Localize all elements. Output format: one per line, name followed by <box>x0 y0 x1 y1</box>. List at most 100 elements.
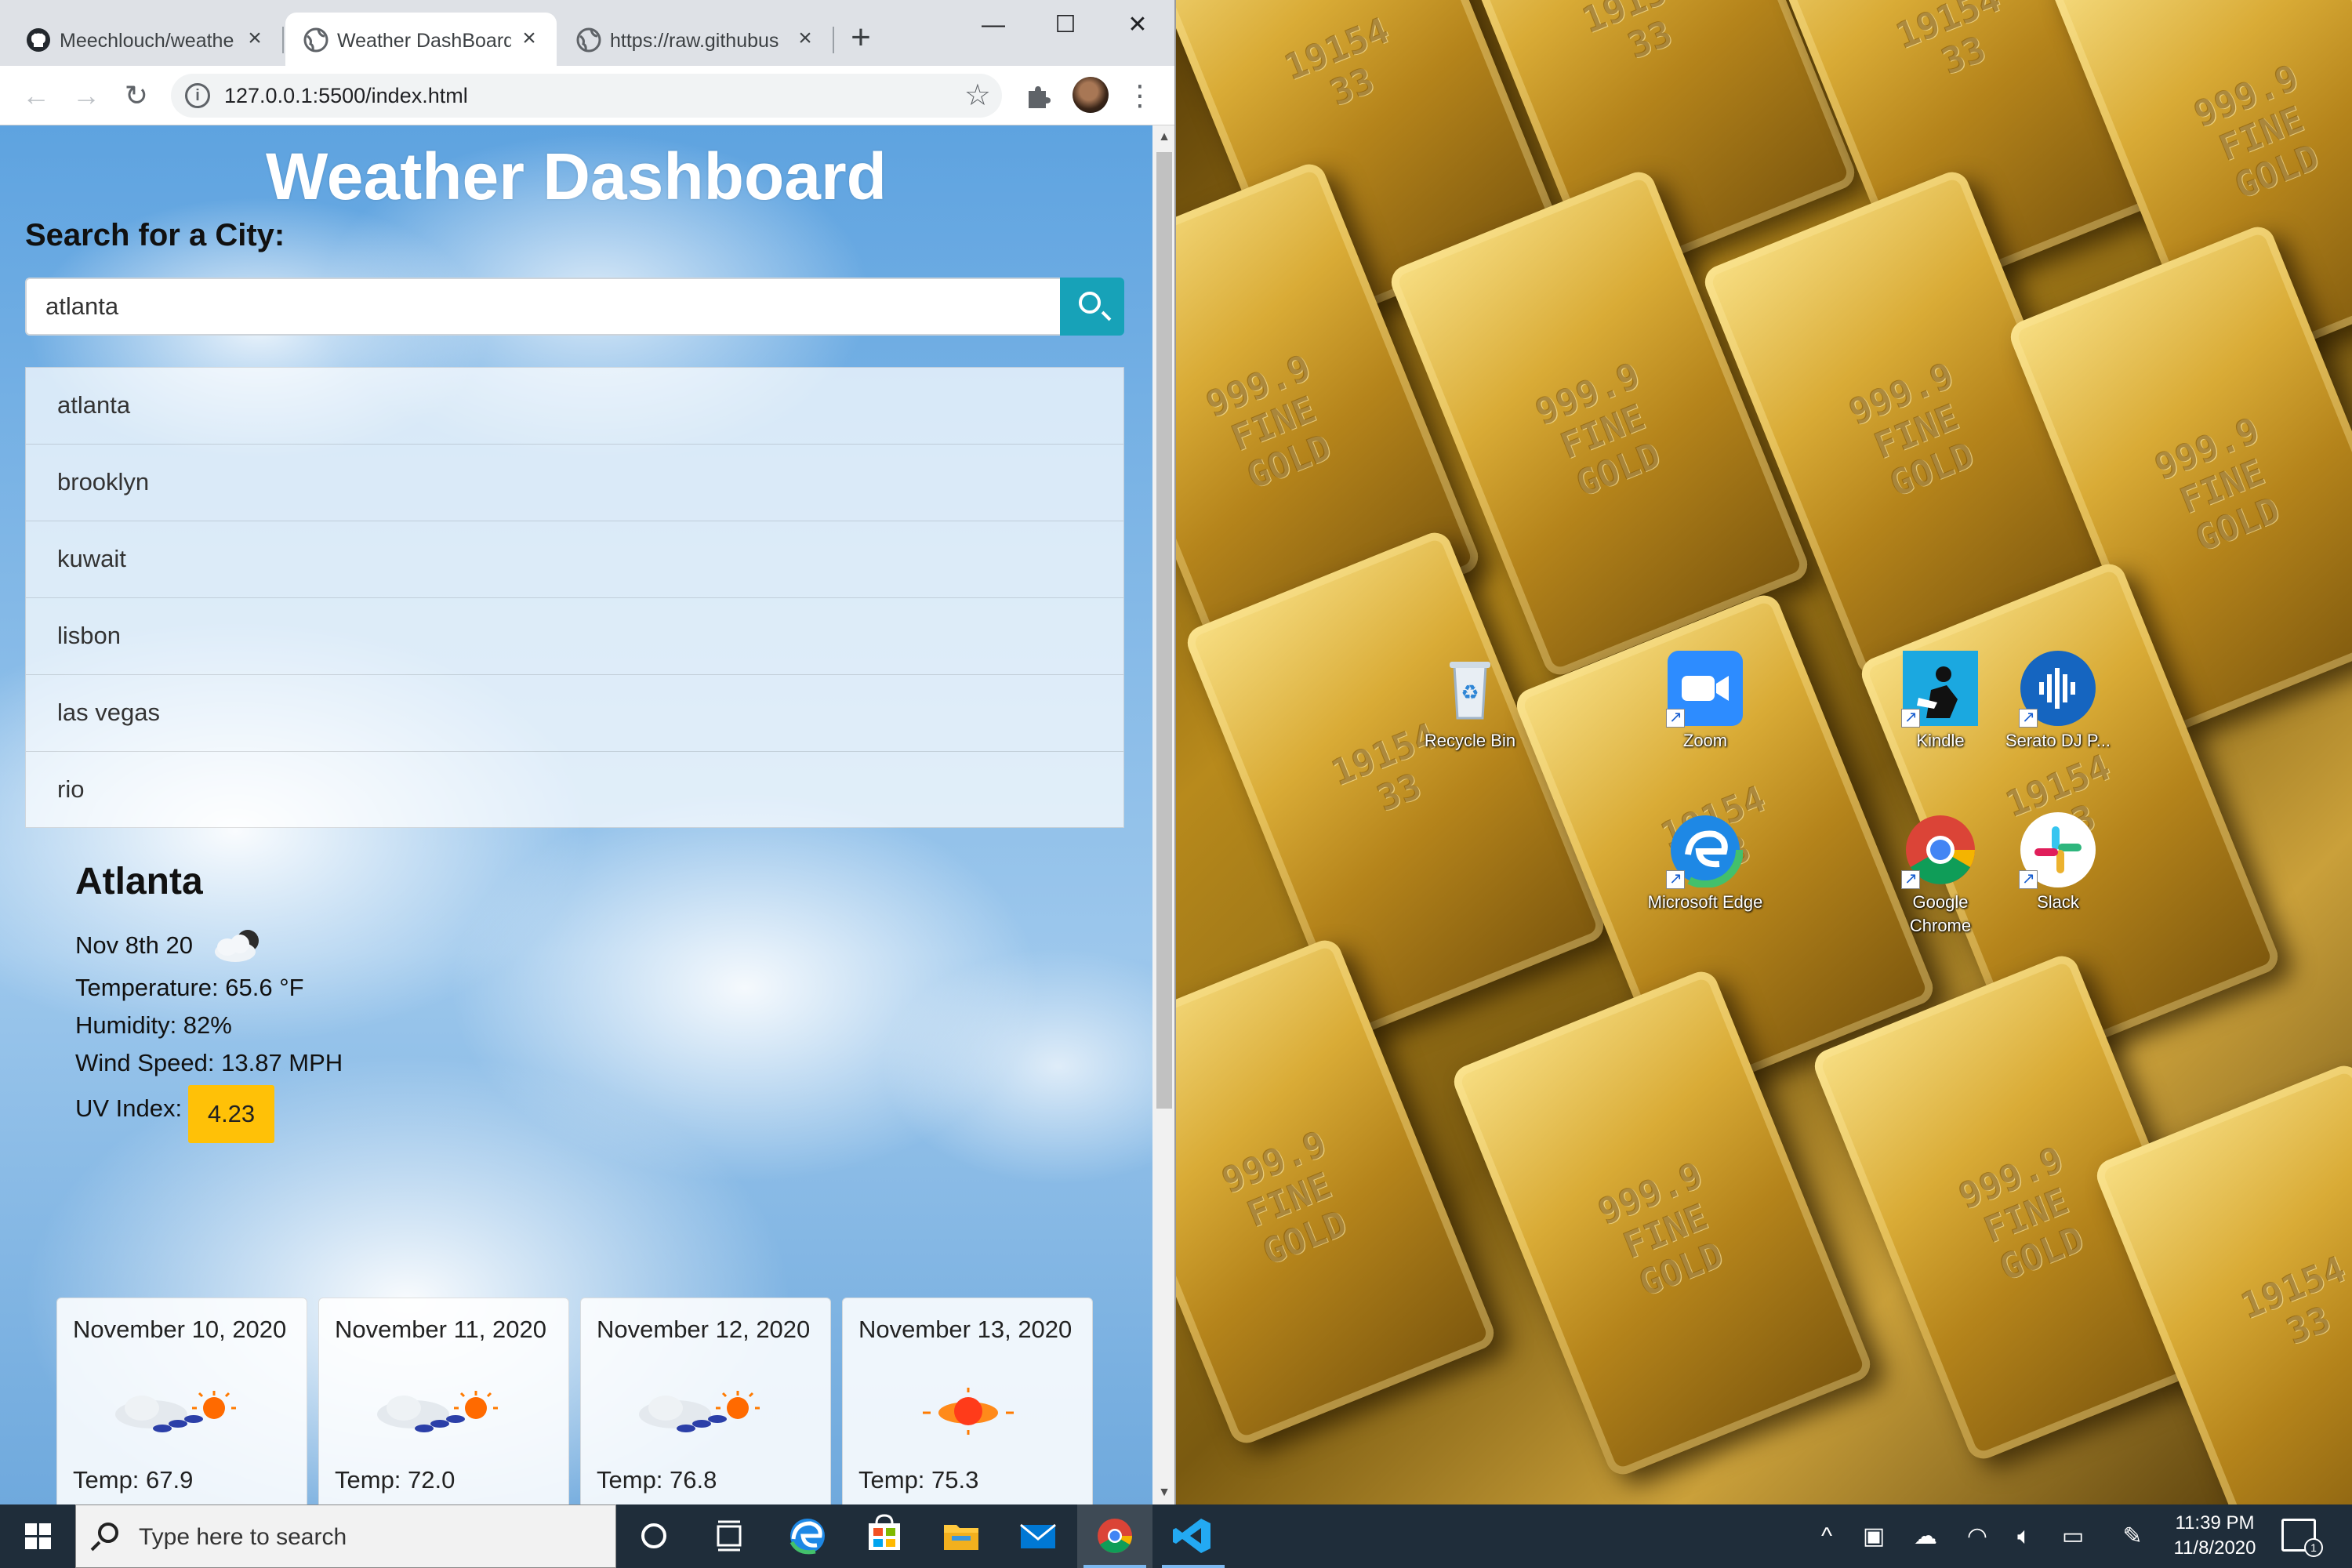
history-item[interactable]: las vegas <box>25 674 1124 751</box>
desktop-icon-zoom[interactable]: Zoom <box>1646 651 1764 753</box>
browser-window: Meechlouch/weathe × Weather DashBoard × … <box>0 0 1176 1504</box>
volume-icon[interactable]: 🔈︎ <box>2001 1504 2048 1568</box>
active-app-indicator <box>1162 1565 1225 1568</box>
uv-index-row: UV Index: 4.23 <box>75 1085 702 1143</box>
history-item[interactable]: brooklyn <box>25 444 1124 521</box>
wifi-icon[interactable]: ◠ <box>1954 1504 2001 1568</box>
start-button[interactable] <box>0 1504 75 1568</box>
active-app-indicator <box>1083 1565 1146 1568</box>
browser-toolbar: ← → ↻ i 127.0.0.1:5500/index.html ☆ ⋮ <box>0 66 1174 125</box>
system-clock[interactable]: 11:39 PM 11/8/2020 <box>2164 1511 2266 1561</box>
desktop-icon-edge[interactable]: Microsoft Edge <box>1646 811 1764 914</box>
windows-logo-icon <box>25 1537 37 1549</box>
five-day-forecast: November 10, 2020 Temp: 67.9 November 11… <box>56 1298 1099 1504</box>
desktop-icon-label: Google Chrome <box>1909 892 1972 935</box>
tab-raw-github[interactable]: https://raw.githubus × <box>558 13 834 66</box>
uv-label: UV Index: <box>75 1094 183 1122</box>
reload-icon[interactable]: ↻ <box>118 77 155 114</box>
history-item[interactable]: rio <box>25 751 1124 828</box>
desktop-icon-recycle-bin[interactable]: ♻ Recycle Bin <box>1411 651 1529 753</box>
desktop-icon-serato[interactable]: Serato DJ P... <box>1999 651 2117 753</box>
maximize-button[interactable]: ☐ <box>1030 6 1101 44</box>
close-tab-icon[interactable]: × <box>516 25 543 52</box>
search-label: Search for a City: <box>25 218 285 252</box>
tab-strip: Meechlouch/weathe × Weather DashBoard × … <box>0 0 1174 66</box>
desktop-icon-label: Microsoft Edge <box>1647 892 1763 912</box>
new-tab-button[interactable]: + <box>844 20 878 55</box>
taskbar-mail[interactable] <box>1000 1504 1076 1568</box>
profile-avatar[interactable] <box>1073 77 1109 113</box>
tab-title: https://raw.githubus <box>610 30 779 52</box>
history-item[interactable]: atlanta <box>25 367 1124 444</box>
windows-logo-icon <box>39 1523 51 1535</box>
address-bar[interactable]: i 127.0.0.1:5500/index.html ☆ <box>171 74 1002 118</box>
globe-icon <box>575 27 602 53</box>
tab-title: Weather DashBoard <box>337 30 511 52</box>
more-menu-icon[interactable]: ⋮ <box>1121 77 1159 114</box>
bookmark-star-icon[interactable]: ☆ <box>964 78 991 113</box>
current-wind-speed: Wind Speed: 13.87 MPH <box>75 1049 343 1076</box>
extensions-puzzle-icon[interactable] <box>1019 77 1057 114</box>
forecast-date: November 11, 2020 <box>335 1316 546 1343</box>
rain-sun-icon <box>620 1385 793 1439</box>
current-temperature: Temperature: 65.6 °F <box>75 974 304 1001</box>
taskbar-vscode[interactable] <box>1156 1504 1231 1568</box>
desktop-icon-label: Zoom <box>1682 731 1728 750</box>
rain-sun-icon <box>358 1385 531 1439</box>
page-scrollbar[interactable]: ▲ ▼ <box>1152 125 1174 1504</box>
search-icon <box>98 1523 118 1543</box>
city-search-input[interactable] <box>25 278 1060 336</box>
forecast-card: November 12, 2020 Temp: 76.8 <box>580 1298 831 1504</box>
gold-bar: 999.9 FINE GOLD <box>1176 935 1499 1449</box>
battery-icon[interactable]: ▭ <box>2049 1504 2096 1568</box>
taskbar-file-explorer[interactable] <box>924 1504 999 1568</box>
task-view-icon <box>717 1520 742 1552</box>
close-tab-icon[interactable]: × <box>792 25 818 52</box>
store-icon <box>869 1514 900 1550</box>
history-item[interactable]: kuwait <box>25 521 1124 597</box>
site-info-icon[interactable]: i <box>185 83 210 108</box>
desktop-wallpaper: 19154 33 19154 33 19154 33 999.9 FINE GOLD 99… <box>1176 0 2352 1504</box>
partly-cloudy-night-icon <box>209 925 271 966</box>
search-history-list: atlanta brooklyn kuwait lisbon las vegas… <box>25 367 1124 828</box>
tab-github[interactable]: Meechlouch/weathe × <box>8 13 284 66</box>
scrollbar-thumb[interactable] <box>1156 152 1172 1109</box>
taskbar-search-box[interactable]: Type here to search <box>75 1504 616 1568</box>
forecast-card: November 13, 2020 Temp: 75.3 <box>842 1298 1093 1504</box>
page-title: Weather Dashboard <box>266 140 887 213</box>
forward-arrow-icon[interactable]: → <box>67 77 105 114</box>
history-item[interactable]: lisbon <box>25 597 1124 674</box>
edge-icon <box>1666 811 1744 889</box>
clock-time: 11:39 PM <box>2175 1512 2255 1534</box>
taskbar-edge[interactable] <box>770 1504 845 1568</box>
onedrive-cloud-icon[interactable]: ☁ <box>1902 1504 1949 1568</box>
desktop-icon-chrome[interactable]: Google Chrome <box>1882 812 1999 938</box>
uv-index-badge: 4.23 <box>188 1085 274 1143</box>
close-tab-icon[interactable]: × <box>241 25 268 52</box>
cortana-button[interactable] <box>616 1504 691 1568</box>
scroll-down-arrow-icon[interactable]: ▼ <box>1152 1481 1174 1504</box>
search-button[interactable] <box>1060 278 1124 336</box>
minimize-button[interactable]: — <box>958 6 1029 44</box>
forecast-temp: Temp: 67.9 <box>73 1466 194 1494</box>
close-window-button[interactable]: ✕ <box>1102 6 1173 44</box>
show-hidden-icons-chevron-icon[interactable]: ^ <box>1803 1504 1850 1568</box>
scroll-up-arrow-icon[interactable]: ▲ <box>1152 125 1174 149</box>
action-center-icon[interactable]: 1 <box>2281 1519 2323 1557</box>
current-date: Nov 8th 20 <box>75 931 193 959</box>
desktop-icon-kindle[interactable]: Kindle <box>1882 651 1999 753</box>
task-view-button[interactable] <box>691 1504 767 1568</box>
forecast-date: November 13, 2020 <box>858 1316 1073 1343</box>
tab-weather-dashboard[interactable]: Weather DashBoard × <box>285 13 557 66</box>
chrome-icon <box>1098 1519 1132 1553</box>
forecast-date: November 10, 2020 <box>73 1316 287 1343</box>
taskbar-store[interactable] <box>847 1504 922 1568</box>
forecast-temp: Temp: 75.3 <box>858 1466 979 1494</box>
taskbar-chrome[interactable] <box>1077 1504 1152 1568</box>
desktop-icon-slack[interactable]: Slack <box>1999 812 2117 914</box>
zoom-icon <box>1666 651 1743 728</box>
pen-workspace-icon[interactable]: ✎ <box>2109 1504 2156 1568</box>
forecast-card: November 10, 2020 Temp: 67.9 <box>56 1298 307 1504</box>
display-projector-icon[interactable]: ▣ <box>1850 1504 1897 1568</box>
back-arrow-icon[interactable]: ← <box>17 77 55 114</box>
